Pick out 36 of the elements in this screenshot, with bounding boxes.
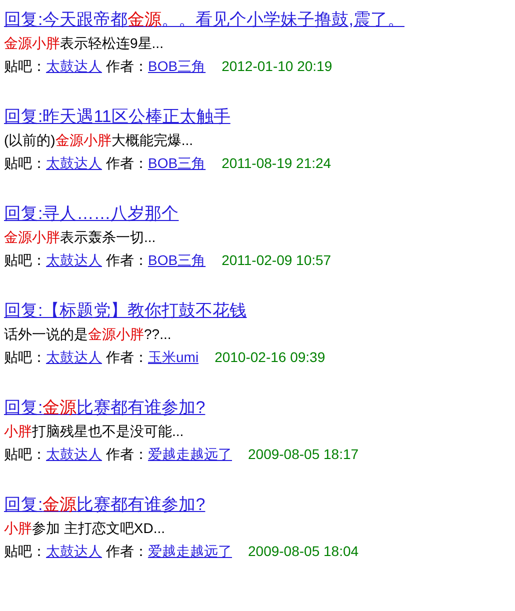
author-link[interactable]: BOB三角 — [148, 248, 206, 272]
forum-link[interactable]: 太鼓达人 — [46, 345, 102, 369]
author-label: 作者： — [106, 348, 148, 367]
forum-label: 贴吧： — [4, 57, 46, 76]
post-time: 2011-02-09 10:57 — [222, 251, 332, 270]
post-time: 2009-08-05 18:17 — [248, 445, 359, 464]
result-snippet: 小胖参加 主打恋文吧XD... — [4, 519, 166, 538]
forum-label: 贴吧： — [4, 154, 46, 173]
forum-link[interactable]: 太鼓达人 — [46, 442, 102, 466]
author-label: 作者： — [106, 445, 148, 464]
forum-label: 贴吧： — [4, 445, 46, 464]
author-link[interactable]: BOB三角 — [148, 54, 206, 78]
result-snippet: 金源小胖表示轻松连9星... — [4, 34, 164, 53]
forum-label: 贴吧： — [4, 251, 46, 270]
post-time: 2011-08-19 21:24 — [222, 154, 332, 173]
author-label: 作者： — [106, 251, 148, 270]
forum-link[interactable]: 太鼓达人 — [46, 54, 102, 78]
post-time: 2009-08-05 18:04 — [248, 542, 359, 561]
author-link[interactable]: 爱越走越远了 — [148, 539, 232, 563]
post-time: 2012-01-10 20:19 — [222, 57, 332, 76]
author-label: 作者： — [106, 542, 148, 561]
forum-label: 贴吧： — [4, 348, 46, 367]
forum-link[interactable]: 太鼓达人 — [46, 151, 102, 175]
result-snippet: (以前的)金源小胖大概能完爆... — [4, 131, 193, 150]
result-snippet: 话外一说的是金源小胖??... — [4, 325, 172, 344]
author-link[interactable]: 玉米umi — [148, 345, 199, 369]
forum-label: 贴吧： — [4, 542, 46, 561]
result-snippet: 金源小胖表示轰杀一切... — [4, 228, 156, 247]
author-link[interactable]: BOB三角 — [148, 151, 206, 175]
post-time: 2010-02-16 09:39 — [214, 348, 326, 367]
result-snippet: 小胖打脑残星也不是没可能... — [4, 422, 184, 441]
author-link[interactable]: 爱越走越远了 — [148, 442, 232, 466]
forum-link[interactable]: 太鼓达人 — [46, 248, 102, 272]
author-label: 作者： — [106, 57, 148, 76]
author-label: 作者： — [106, 154, 148, 173]
forum-link[interactable]: 太鼓达人 — [46, 539, 102, 563]
